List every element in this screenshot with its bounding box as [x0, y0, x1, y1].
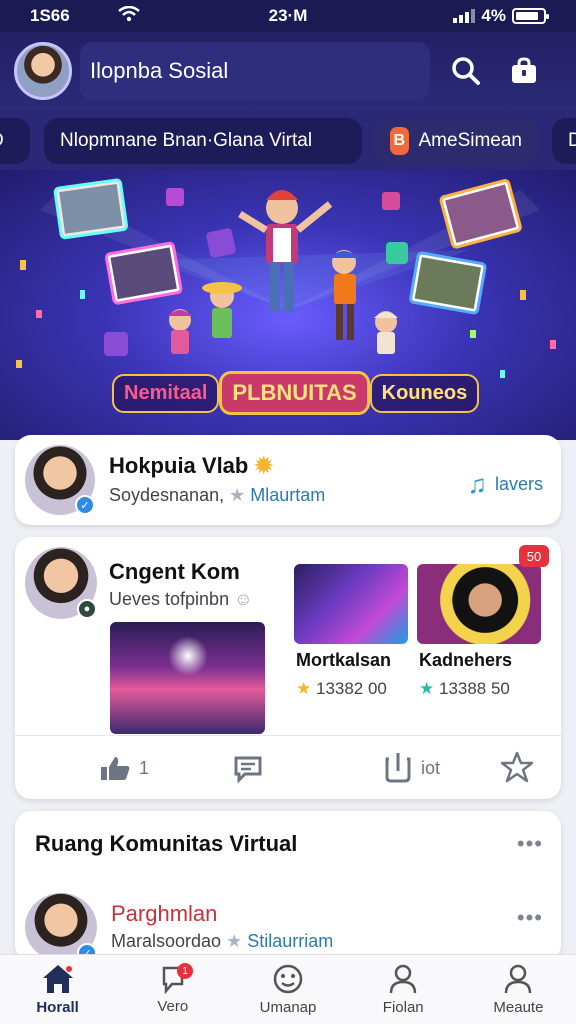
category-chips: D Nlopmnane Bnan·Glana Virtal B AmeSimea… [0, 110, 576, 170]
banner-title-center: PLBNUITAS [219, 371, 370, 415]
tile-image-portrait[interactable] [417, 564, 541, 644]
chip-label: AmeSimean [418, 130, 523, 151]
post-author: Cngent Kom [109, 559, 240, 584]
star-outline-icon [501, 751, 533, 783]
post-subtitle: Ueves tofpinbn ☺ [109, 589, 253, 609]
banner-title-left: Nemitaal [112, 373, 220, 413]
chip-virtual[interactable]: Nlopmnane Bnan·Glana Virtal [44, 118, 362, 164]
group-card[interactable]: ✓ Hokpuia Vlab ✹ Soydesnanan, ★ Mlaurtam… [15, 435, 561, 525]
share-label: iot [421, 757, 441, 778]
wifi-icon [118, 5, 140, 27]
notification-badge: 1 [177, 963, 194, 979]
comment-icon [234, 756, 262, 783]
person-icon [389, 964, 417, 994]
profile-avatar[interactable] [14, 42, 72, 100]
comment-button[interactable] [233, 755, 263, 783]
share-button[interactable]: iot [383, 751, 440, 785]
bottom-nav: Horall 1 Vero Umanap Fiolan Meaute [0, 954, 576, 1024]
status-dot-icon: ● [77, 599, 97, 619]
post-image[interactable] [110, 622, 265, 734]
group-subtitle: Soydesnanan, ★ Mlaurtam [109, 485, 326, 505]
profile-icon [505, 964, 532, 994]
emoji-icon: ☺ [234, 589, 253, 609]
community-card: Ruang Komunitas Virtual ••• ✓ Parghmlan … [15, 811, 561, 963]
sun-icon: ✹ [254, 453, 273, 478]
chip-label: Nlopmnane Bnan·Glana Virtal [60, 130, 313, 151]
app-header: Ilopnba Sosial [0, 32, 576, 110]
tile-label: Mortkalsan [296, 650, 392, 670]
verified-icon: ✓ [75, 495, 95, 515]
search-text: Ilopnba Sosial [90, 58, 229, 83]
shopping-bag-icon [512, 57, 536, 83]
battery-icon [512, 8, 549, 24]
music-button[interactable]: ♫ lavers [467, 469, 543, 500]
home-icon [42, 965, 73, 993]
chip-next[interactable]: D [552, 118, 576, 164]
star-icon: ★ [226, 931, 243, 951]
smiley-icon [273, 964, 303, 994]
more-options-icon[interactable]: ••• [517, 905, 543, 931]
status-bar: 1S66 23·M 4% [0, 0, 576, 32]
member-subtitle: Maralsoordao ★ Stilaurriam [111, 931, 334, 951]
star-icon: ★ [296, 679, 312, 698]
hero-banner[interactable]: Nemitaal PLBNUITAS Kouneos [0, 170, 576, 440]
signal-icon [453, 9, 476, 23]
chip-amesimean[interactable]: B AmeSimean [374, 118, 538, 164]
search-button[interactable] [444, 49, 488, 93]
tile-image-music[interactable] [294, 564, 408, 644]
nav-explore[interactable]: Umanap [230, 955, 345, 1024]
star-icon: ★ [229, 485, 246, 505]
post-card: ● Cngent Kom Ueves tofpinbn ☺ Mortkalsan… [15, 537, 561, 799]
banner-title-right: Kouneos [369, 373, 480, 413]
nav-home[interactable]: Horall [0, 955, 115, 1024]
chip-prev[interactable]: D [0, 118, 30, 164]
status-time: 1S66 [30, 6, 70, 25]
like-button[interactable]: 1 [99, 755, 149, 781]
nav-video[interactable]: 1 Vero [115, 955, 230, 1024]
tile-label: Kadnehers [419, 650, 513, 670]
search-icon [452, 57, 480, 85]
count-badge: 50 [519, 545, 549, 567]
battery-percent: 4% [481, 6, 506, 25]
divider [15, 735, 561, 736]
music-note-icon: ♫ [467, 469, 487, 499]
tile-stat: 13388 50 [438, 679, 510, 698]
nav-profile[interactable]: Meaute [461, 955, 576, 1024]
search-bar[interactable]: Ilopnba Sosial [80, 42, 430, 100]
tile-stat: 13382 00 [315, 679, 387, 698]
app-icon: B [390, 127, 409, 155]
member-name: Parghmlan [111, 901, 218, 926]
favorite-button[interactable] [501, 751, 533, 783]
thumbs-up-icon [101, 757, 130, 780]
nav-friends[interactable]: Fiolan [346, 955, 461, 1024]
like-count: 1 [139, 757, 150, 778]
more-options-icon[interactable]: ••• [517, 831, 543, 857]
group-name: Hokpuia Vlab [109, 453, 249, 478]
section-title: Ruang Komunitas Virtual [35, 831, 298, 856]
banner-title: Nemitaal PLBNUITAS Kouneos [112, 370, 480, 416]
share-icon [385, 753, 411, 783]
star-icon: ★ [419, 679, 435, 698]
bag-button[interactable] [502, 49, 546, 93]
